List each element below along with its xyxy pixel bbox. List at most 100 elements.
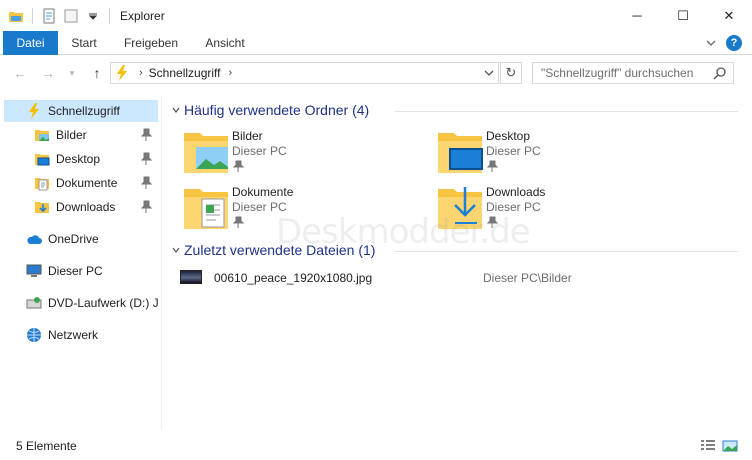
quick-access-lightning-icon xyxy=(115,65,131,81)
pin-icon[interactable] xyxy=(140,176,153,190)
breadcrumb-separator-icon[interactable]: › xyxy=(229,67,233,79)
group-header-frequent-folders[interactable]: Häufig verwendete Ordner (4) xyxy=(170,100,369,120)
recent-locations-chevron-icon[interactable]: ▾ xyxy=(64,65,80,81)
folder-location: Dieser PC xyxy=(232,200,287,214)
sidebar-item-label: DVD-Laufwerk (D:) J_ xyxy=(48,296,158,310)
item-count: 5 Elemente xyxy=(16,439,77,453)
sidebar-item-label: Desktop xyxy=(56,152,101,166)
group-header-text: Häufig verwendete Ordner (4) xyxy=(184,102,370,118)
image-thumbnail-icon xyxy=(180,270,202,284)
maximize-button[interactable]: ☐ xyxy=(660,0,706,31)
tab-datei[interactable]: Datei xyxy=(3,31,58,55)
sidebar-item-desktop[interactable]: Desktop xyxy=(4,148,158,170)
sidebar-item-dokumente[interactable]: Dokumente xyxy=(4,172,158,194)
folder-name: Downloads xyxy=(486,185,546,199)
sidebar-item-bilder[interactable]: Bilder xyxy=(4,124,158,146)
search-placeholder: "Schnellzugriff" durchsuchen xyxy=(541,66,694,80)
ribbon-tabs: Datei Start Freigeben Ansicht ? xyxy=(0,31,752,55)
folder-name: Desktop xyxy=(486,129,531,143)
navigation-bar: ← → ▾ ↑ › Schnellzugriff › ↻ "Schnellzug… xyxy=(0,55,752,91)
sidebar-item-label: Netzwerk xyxy=(48,328,99,342)
folder-tile-desktop[interactable]: Desktop Dieser PC xyxy=(436,127,656,179)
quick-access-lightning-icon xyxy=(26,103,42,119)
downloads-folder-icon xyxy=(436,183,484,231)
window-title: Explorer xyxy=(120,8,165,23)
file-path: Dieser PC\Bilder xyxy=(483,271,572,285)
network-icon xyxy=(26,327,42,343)
up-button[interactable]: ↑ xyxy=(89,65,105,81)
group-header-text: Zuletzt verwendete Dateien (1) xyxy=(184,242,376,258)
explorer-icon xyxy=(8,8,24,24)
group-divider xyxy=(395,251,738,252)
collapse-chevron-icon[interactable] xyxy=(170,104,182,116)
sidebar-item-onedrive[interactable]: OneDrive xyxy=(4,228,158,250)
tab-freigeben[interactable]: Freigeben xyxy=(115,31,187,55)
group-divider xyxy=(395,111,738,112)
breadcrumb-separator-icon[interactable]: › xyxy=(139,67,143,79)
sidebar-item-label: Bilder xyxy=(56,128,87,142)
pictures-folder-icon xyxy=(182,127,230,175)
sidebar-item-dieser-pc[interactable]: Dieser PC xyxy=(4,260,158,282)
breadcrumb-schnellzugriff[interactable]: Schnellzugriff xyxy=(149,66,221,80)
quick-access-toolbar xyxy=(8,7,112,24)
sidebar-item-dvd-laufwerk[interactable]: DVD-Laufwerk (D:) J_ xyxy=(4,292,158,314)
pin-icon[interactable] xyxy=(486,216,499,228)
search-icon[interactable] xyxy=(713,66,727,80)
close-button[interactable]: ✕ xyxy=(706,0,752,31)
folder-tile-downloads[interactable]: Downloads Dieser PC xyxy=(436,183,656,235)
back-button[interactable]: ← xyxy=(12,65,28,81)
list-item[interactable]: 00610_peace_1920x1080.jpg Dieser PC\Bild… xyxy=(178,266,738,288)
large-icons-view-icon[interactable] xyxy=(722,438,738,454)
computer-icon xyxy=(26,263,42,279)
pictures-folder-icon xyxy=(34,127,50,143)
sidebar-item-label: OneDrive xyxy=(48,232,99,246)
dvd-drive-icon xyxy=(26,295,42,311)
pin-icon[interactable] xyxy=(140,152,153,166)
file-name: 00610_peace_1920x1080.jpg xyxy=(214,271,373,285)
folder-tile-bilder[interactable]: Bilder Dieser PC xyxy=(182,127,402,179)
expand-ribbon-chevron-icon[interactable] xyxy=(704,36,718,50)
documents-folder-icon xyxy=(34,175,50,191)
documents-folder-icon xyxy=(182,183,230,231)
tab-start[interactable]: Start xyxy=(58,31,110,55)
minimize-button[interactable]: ─ xyxy=(614,0,660,31)
help-button[interactable]: ? xyxy=(726,35,742,51)
search-input[interactable]: "Schnellzugriff" durchsuchen xyxy=(532,62,734,84)
cloud-icon xyxy=(26,231,42,247)
sidebar-item-label: Schnellzugriff xyxy=(48,104,120,118)
customize-toolbar-chevron-icon[interactable] xyxy=(85,8,101,24)
title-bar: Explorer ─ ☐ ✕ xyxy=(0,0,752,31)
status-bar: 5 Elemente xyxy=(0,432,752,460)
pin-icon[interactable] xyxy=(486,160,499,172)
properties-icon[interactable] xyxy=(41,8,57,24)
pin-icon[interactable] xyxy=(140,128,153,142)
address-dropdown-chevron-icon[interactable] xyxy=(482,66,496,80)
address-bar[interactable]: › Schnellzugriff › xyxy=(110,62,499,84)
sidebar-item-netzwerk[interactable]: Netzwerk xyxy=(4,324,158,346)
details-view-icon[interactable] xyxy=(700,438,716,454)
sidebar-item-schnellzugriff[interactable]: Schnellzugriff xyxy=(4,100,158,122)
sidebar-item-label: Dieser PC xyxy=(48,264,103,278)
pin-icon[interactable] xyxy=(232,216,245,228)
refresh-button[interactable]: ↻ xyxy=(500,62,522,84)
desktop-folder-icon xyxy=(436,127,484,175)
pin-icon[interactable] xyxy=(232,160,245,172)
collapse-chevron-icon[interactable] xyxy=(170,244,182,256)
folder-tile-dokumente[interactable]: Dokumente Dieser PC xyxy=(182,183,402,235)
forward-button[interactable]: → xyxy=(40,65,56,81)
folder-location: Dieser PC xyxy=(486,144,541,158)
folder-name: Dokumente xyxy=(232,185,294,199)
new-folder-icon[interactable] xyxy=(63,8,79,24)
tab-ansicht[interactable]: Ansicht xyxy=(195,31,255,55)
sidebar-item-downloads[interactable]: Downloads xyxy=(4,196,158,218)
sidebar-item-label: Downloads xyxy=(56,200,116,214)
sidebar-item-label: Dokumente xyxy=(56,176,118,190)
folder-location: Dieser PC xyxy=(486,200,541,214)
pin-icon[interactable] xyxy=(140,200,153,214)
folder-location: Dieser PC xyxy=(232,144,287,158)
navigation-pane: Schnellzugriff Bilder Desktop Dokumente … xyxy=(0,95,162,430)
downloads-folder-icon xyxy=(34,199,50,215)
folder-name: Bilder xyxy=(232,129,263,143)
desktop-folder-icon xyxy=(34,151,50,167)
group-header-recent-files[interactable]: Zuletzt verwendete Dateien (1) xyxy=(170,240,375,260)
